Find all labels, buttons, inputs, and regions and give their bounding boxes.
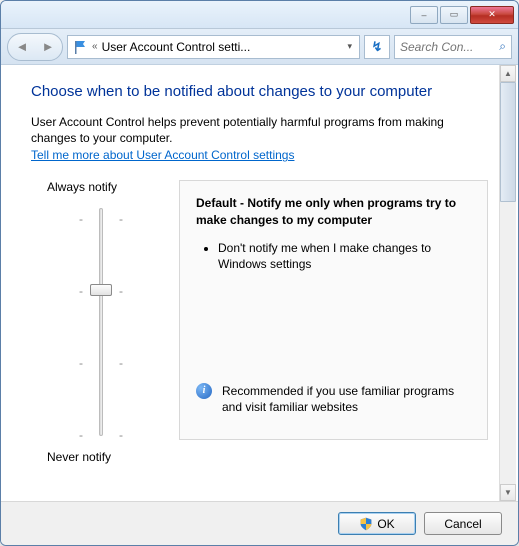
forward-button[interactable]: ► (35, 35, 61, 59)
description-bullets: Don't notify me when I make changes to W… (218, 240, 471, 272)
bottom-bar: OK Cancel (1, 501, 518, 545)
help-link[interactable]: Tell me more about User Account Control … (31, 148, 294, 162)
scroll-up-button[interactable]: ▲ (500, 65, 516, 82)
nav-buttons: ◄ ► (7, 33, 63, 61)
slider-label-bottom: Never notify (47, 450, 161, 464)
description-panel: Default - Notify me only when programs t… (179, 180, 488, 440)
close-button[interactable]: ✕ (470, 6, 514, 24)
ok-button-label: OK (377, 517, 394, 531)
search-input[interactable] (400, 40, 497, 54)
slider-thumb[interactable] (90, 284, 112, 296)
slider-column: Always notify -- -- -- -- Never notify (41, 180, 161, 464)
search-icon: ⌕ (499, 39, 506, 54)
maximize-button[interactable]: ▭ (440, 6, 468, 24)
slider-track[interactable]: -- -- -- -- (41, 202, 161, 442)
maximize-icon: ▭ (450, 9, 459, 20)
refresh-icon: ↯ (372, 39, 383, 55)
back-button[interactable]: ◄ (9, 35, 35, 59)
minimize-button[interactable]: – (410, 6, 438, 24)
toolbar: ◄ ► « User Account Control setti... ▾ ↯ … (1, 29, 518, 65)
breadcrumb-text: User Account Control setti... (102, 40, 341, 54)
control-panel-window: – ▭ ✕ ◄ ► « User Account Control setti..… (0, 0, 519, 546)
cancel-button-label: Cancel (444, 517, 481, 531)
intro-text: User Account Control helps prevent poten… (31, 114, 488, 146)
page-heading: Choose when to be notified about changes… (31, 83, 488, 100)
slider-tick: -- (79, 428, 123, 442)
slider-tick: -- (79, 356, 123, 370)
address-dropdown-icon[interactable]: ▾ (344, 41, 355, 52)
slider-label-top: Always notify (47, 180, 161, 194)
vertical-scrollbar[interactable]: ▲ ▼ (499, 65, 516, 501)
shield-icon (359, 517, 373, 531)
scroll-down-button[interactable]: ▼ (500, 484, 516, 501)
minimize-icon: – (421, 10, 426, 20)
address-bar[interactable]: « User Account Control setti... ▾ (67, 35, 360, 59)
info-icon: i (196, 383, 212, 399)
ok-button[interactable]: OK (338, 512, 416, 535)
breadcrumb-chevron-icon: « (92, 41, 98, 52)
main-row: Always notify -- -- -- -- Never notify D… (31, 180, 488, 464)
slider-tick: -- (79, 212, 123, 226)
close-icon: ✕ (488, 9, 496, 20)
recommendation-text: Recommended if you use familiar programs… (222, 383, 471, 415)
description-title: Default - Notify me only when programs t… (196, 195, 471, 227)
content-area: Choose when to be notified about changes… (1, 65, 518, 501)
scroll-thumb[interactable] (500, 82, 516, 202)
recommendation-row: i Recommended if you use familiar progra… (196, 383, 471, 415)
cancel-button[interactable]: Cancel (424, 512, 502, 535)
slider-track-line (99, 208, 103, 436)
description-bullet: Don't notify me when I make changes to W… (218, 240, 471, 272)
refresh-button[interactable]: ↯ (364, 35, 390, 59)
search-box[interactable]: ⌕ (394, 35, 512, 59)
flag-icon (72, 39, 88, 55)
titlebar: – ▭ ✕ (1, 1, 518, 29)
